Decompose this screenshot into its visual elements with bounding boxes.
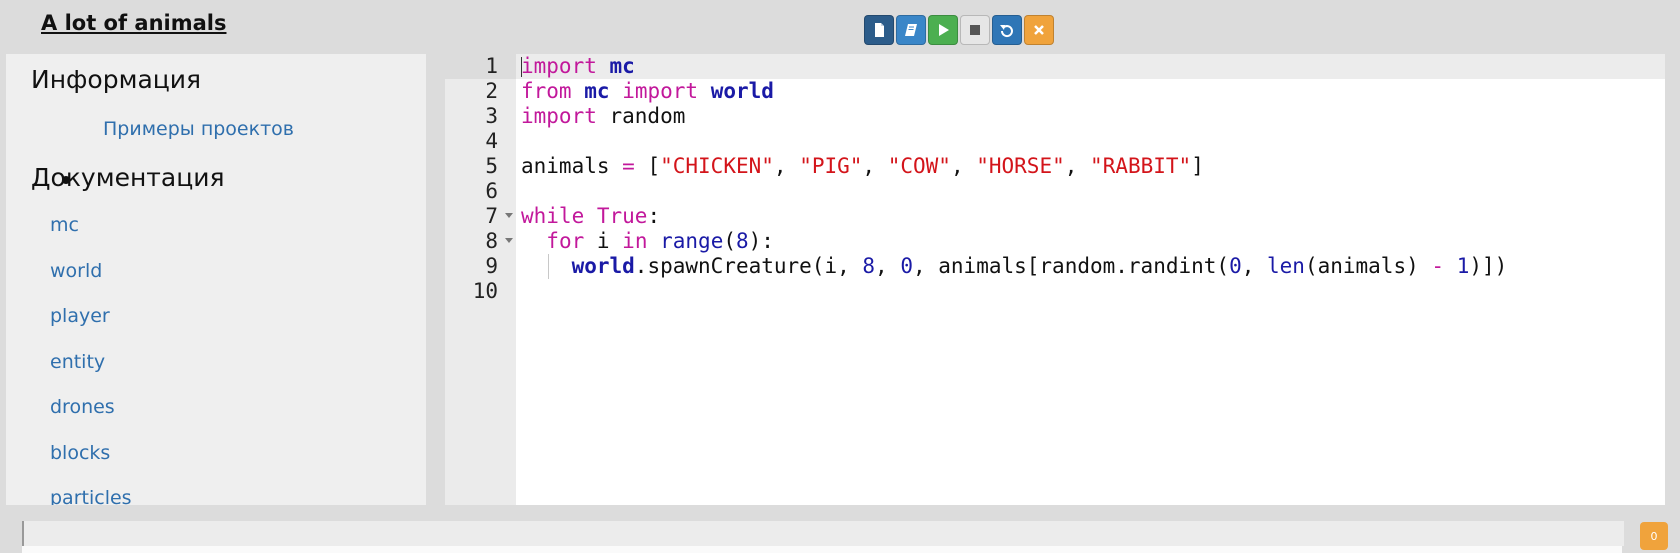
line-number: 1 <box>485 54 498 78</box>
sidebar: Информация Примеры проектов Документация… <box>6 54 426 505</box>
indent-guide <box>548 254 549 279</box>
code-text: world.spawnCreature(i, 8, 0, animals[ran… <box>571 254 1508 278</box>
page-title: A lot of animals <box>41 11 227 35</box>
docs-button[interactable] <box>896 15 926 45</box>
sidebar-link-particles[interactable]: particles <box>50 487 132 505</box>
sidebar-link-drones[interactable]: drones <box>50 396 115 418</box>
stop-icon <box>970 25 980 35</box>
undo-icon <box>1000 25 1013 38</box>
line-number: 10 <box>472 279 498 303</box>
code-line: 5 animals = ["CHICKEN", "PIG", "COW", "H… <box>445 154 1665 179</box>
code-line: 4 <box>445 129 1665 154</box>
code-text: import random <box>521 104 686 128</box>
new-file-button[interactable] <box>864 15 894 45</box>
fold-arrow-icon[interactable] <box>505 213 513 218</box>
line-number: 6 <box>485 179 498 203</box>
code-text: from mc import world <box>521 79 774 103</box>
sidebar-link-player[interactable]: player <box>50 305 110 327</box>
run-button[interactable] <box>928 15 958 45</box>
text-cursor <box>521 57 522 77</box>
info-heading: Информация <box>31 65 202 94</box>
code-editor[interactable]: 1 import mc 2 from mc import world 3 imp… <box>445 54 1665 505</box>
code-text: animals = ["CHICKEN", "PIG", "COW", "HOR… <box>521 154 1204 178</box>
sidebar-link-entity[interactable]: entity <box>50 351 105 373</box>
code-text: import mc <box>521 54 635 78</box>
code-line: 7 while True: <box>445 204 1665 229</box>
code-line: 1 import mc <box>445 54 1665 79</box>
reset-button[interactable] <box>992 15 1022 45</box>
sidebar-link-examples[interactable]: Примеры проектов <box>103 118 294 140</box>
line-number: 2 <box>485 79 498 103</box>
line-number: 9 <box>485 254 498 278</box>
line-number: 5 <box>485 154 498 178</box>
play-icon <box>939 24 949 36</box>
code-line: 8 for i in range(8): <box>445 229 1665 254</box>
line-number: 4 <box>485 129 498 153</box>
fold-arrow-icon[interactable] <box>505 238 513 243</box>
code-text: for i in range(8): <box>546 229 774 253</box>
file-icon <box>875 23 884 37</box>
close-icon <box>1034 25 1044 35</box>
sidebar-link-world[interactable]: world <box>50 260 102 282</box>
line-number: 3 <box>485 104 498 128</box>
console-count-badge[interactable]: 0 <box>1640 522 1668 550</box>
code-text: while True: <box>521 204 661 228</box>
sidebar-link-blocks[interactable]: blocks <box>50 442 110 464</box>
code-line: 6 <box>445 179 1665 204</box>
code-line: 3 import random <box>445 104 1665 129</box>
docs-heading: Документация <box>31 163 225 192</box>
book-icon <box>905 24 917 36</box>
code-line: 10 <box>445 279 1665 304</box>
console-output <box>22 546 1622 553</box>
code-line: 9 world.spawnCreature(i, 8, 0, animals[r… <box>445 254 1665 279</box>
line-number: 8 <box>485 229 498 253</box>
console-input[interactable] <box>22 521 1624 546</box>
close-button[interactable] <box>1024 15 1054 45</box>
toolbar <box>864 15 1054 45</box>
code-line: 2 from mc import world <box>445 79 1665 104</box>
stop-button[interactable] <box>960 15 990 45</box>
line-number: 7 <box>485 204 498 228</box>
sidebar-link-mc[interactable]: mc <box>50 214 79 236</box>
